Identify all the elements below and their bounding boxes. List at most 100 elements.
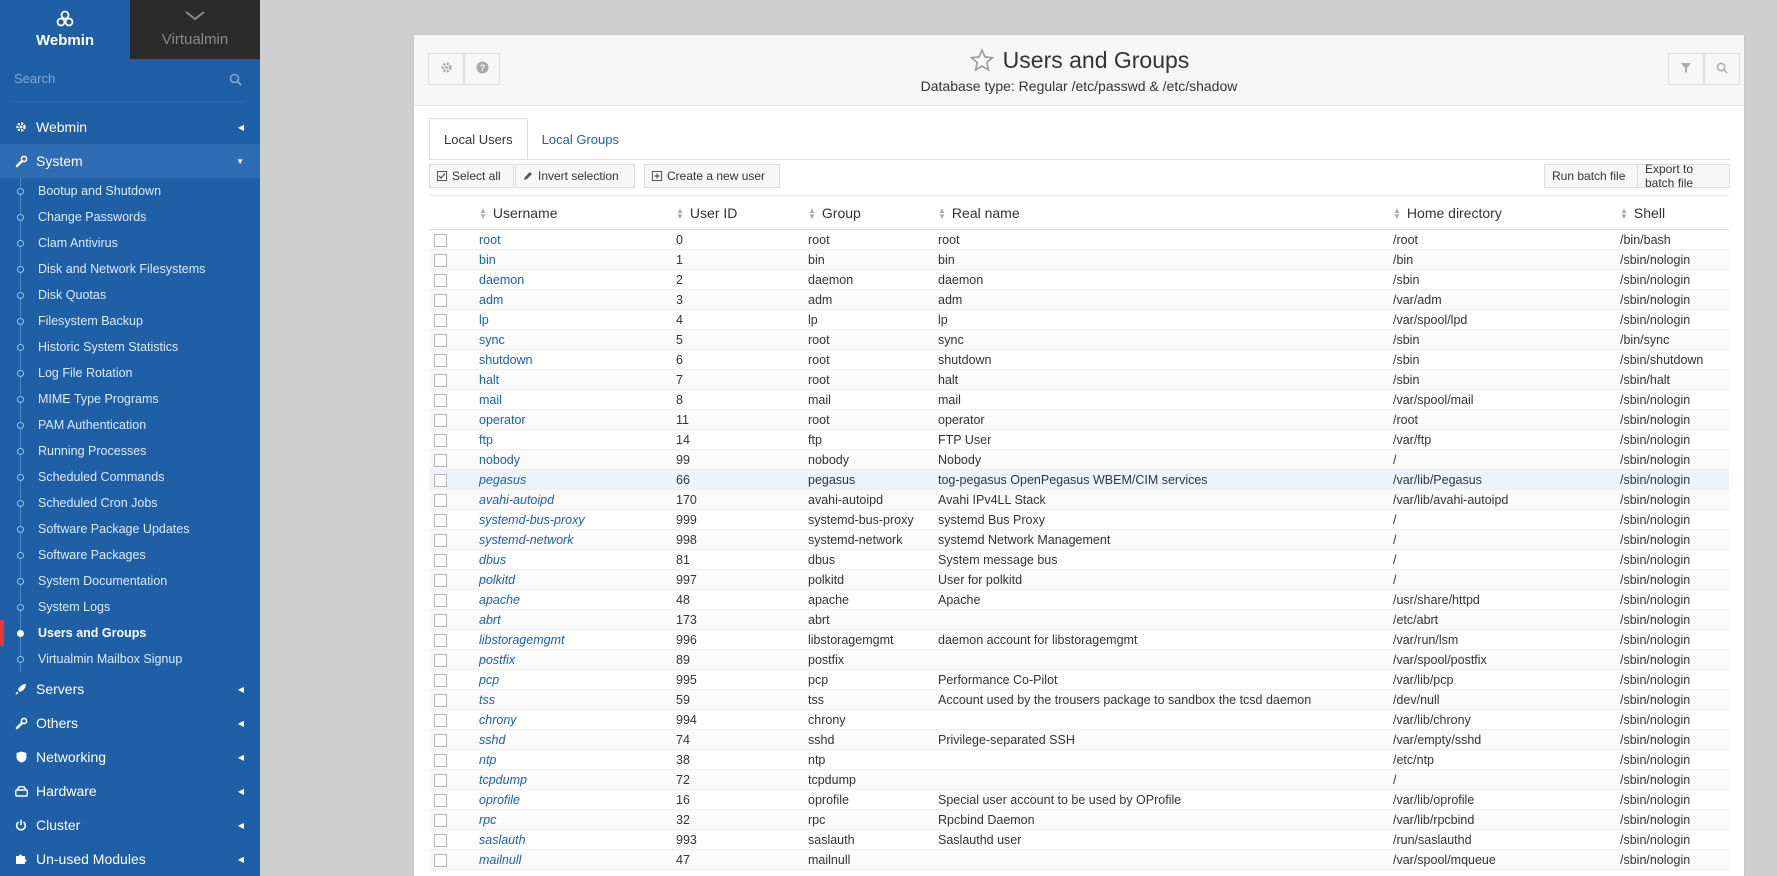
username-link[interactable]: avahi-autoipd [479,493,554,507]
sidebar-category-webmin[interactable]: Webmin ◀ [0,110,260,144]
table-row[interactable]: nobody 99 nobody Nobody //sbin/nologin [429,449,1729,470]
sidebar-category-cluster[interactable]: Cluster ◀ [0,808,260,842]
username-link[interactable]: root [479,233,501,247]
row-checkbox[interactable] [434,533,447,547]
username-link[interactable]: pegasus [479,473,526,487]
table-row[interactable]: systemd-network 998 systemd-network systemd… [429,529,1729,550]
row-checkbox[interactable] [434,413,447,427]
sidebar-item-log-file-rotation[interactable]: Log File Rotation [0,360,260,386]
username-link[interactable]: tss [479,693,495,707]
column-header-real-name[interactable]: ▲ ▼ Real name [938,195,1393,230]
sidebar-item-bootup-and-shutdown[interactable]: Bootup and Shutdown [0,178,260,204]
table-row[interactable]: daemon 2 daemon daemon/sbin/sbin/nologin [429,269,1729,290]
table-row[interactable]: tcpdump 72 tcpdump //sbin/nologin [429,769,1729,790]
sidebar-category-servers[interactable]: Servers ◀ [0,672,260,706]
username-link[interactable]: mail [479,393,502,407]
star-icon[interactable] [969,48,995,73]
table-row[interactable]: ftp 14 ftp FTP User/var/ftp/sbin/nologin [429,429,1729,450]
tab-local-groups[interactable]: Local Groups [528,118,633,160]
sidebar-item-running-processes[interactable]: Running Processes [0,438,260,464]
sidebar-item-disk-quotas[interactable]: Disk Quotas [0,282,260,308]
username-link[interactable]: halt [479,373,499,387]
table-row[interactable]: mailnull 47 mailnull/var/spool/mqueue/sbin… [429,849,1729,870]
search-input[interactable] [14,67,244,90]
username-link[interactable]: pcp [479,673,499,687]
create-user-button[interactable]: Create a new user [644,164,780,188]
sidebar-item-mime-type-programs[interactable]: MIME Type Programs [0,386,260,412]
row-checkbox[interactable] [434,713,447,727]
column-header-shell[interactable]: ▲ ▼ Shell [1620,195,1729,230]
sidebar-item-filesystem-backup[interactable]: Filesystem Backup [0,308,260,334]
row-checkbox[interactable] [434,373,447,387]
tab-local-users[interactable]: Local Users [429,118,528,160]
username-link[interactable]: libstoragemgmt [479,633,564,647]
sidebar-item-virtualmin-mailbox-signup[interactable]: Virtualmin Mailbox Signup [0,646,260,672]
table-row[interactable]: bin 1 bin bin/bin/sbin/nologin [429,249,1729,270]
sidebar-item-system-logs[interactable]: System Logs [0,594,260,620]
row-checkbox[interactable] [434,513,447,527]
table-row[interactable]: oprofile 16 oprofile Special user account t… [429,789,1729,810]
sidebar-category-system[interactable]: System ▼ [0,144,260,178]
username-link[interactable]: mailnull [479,853,521,867]
sidebar-item-disk-and-network-filesystems[interactable]: Disk and Network Filesystems [0,256,260,282]
username-link[interactable]: ntp [479,753,496,767]
row-checkbox[interactable] [434,793,447,807]
table-row[interactable]: lp 4 lp lp/var/spool/lpd/sbin/nologin [429,309,1729,330]
table-row[interactable]: polkitd 997 polkitd User for polkitd //sbin/… [429,569,1729,590]
username-link[interactable]: rpc [479,813,496,827]
sidebar-item-users-and-groups[interactable]: Users and Groups [0,620,260,646]
row-checkbox[interactable] [434,253,447,267]
search-button[interactable] [1704,53,1740,85]
sidebar-item-historic-system-statistics[interactable]: Historic System Statistics [0,334,260,360]
sidebar-category-networking[interactable]: Networking ◀ [0,740,260,774]
column-header-home-directory[interactable]: ▲ ▼ Home directory [1393,195,1620,230]
table-row[interactable]: tss 59 tss Account used by the trousers pac… [429,689,1729,710]
username-link[interactable]: dbus [479,553,506,567]
table-row[interactable]: pcp 995 pcp Performance Co-Pilot/var/lib/pc… [429,669,1729,690]
row-checkbox[interactable] [434,613,447,627]
username-link[interactable]: abrt [479,613,501,627]
table-row[interactable]: saslauth 993 saslauth Saslauthd user/run/sa… [429,829,1729,850]
sidebar-item-system-documentation[interactable]: System Documentation [0,568,260,594]
row-checkbox[interactable] [434,293,447,307]
row-checkbox[interactable] [434,393,447,407]
table-row[interactable]: root 0 root root/root/bin/bash [429,229,1729,250]
export-batch-button[interactable]: Export to batch file [1637,162,1730,190]
username-link[interactable]: systemd-bus-proxy [479,513,585,527]
row-checkbox[interactable] [434,453,447,467]
row-checkbox[interactable] [434,653,447,667]
table-row[interactable]: mail 8 mail mail/var/spool/mail/sbin/nologi… [429,389,1729,410]
row-checkbox[interactable] [434,593,447,607]
row-checkbox[interactable] [434,273,447,287]
row-checkbox[interactable] [434,853,447,867]
table-row[interactable]: postfix 89 postfix/var/spool/postfix/sbin/… [429,649,1729,670]
search-icon[interactable] [229,73,242,86]
select-all-button[interactable]: Select all [429,164,514,188]
module-config-button[interactable] [428,53,464,85]
username-link[interactable]: apache [479,593,520,607]
row-checkbox[interactable] [434,313,447,327]
row-checkbox[interactable] [434,493,447,507]
table-row[interactable]: halt 7 root halt/sbin/sbin/halt [429,369,1729,390]
sidebar-category-un-used-modules[interactable]: Un-used Modules ◀ [0,842,260,876]
table-row[interactable]: shutdown 6 root shutdown/sbin/sbin/shutdown [429,349,1729,370]
username-link[interactable]: oprofile [479,793,520,807]
webmin-switch[interactable]: Webmin [0,0,130,59]
username-link[interactable]: postfix [479,653,515,667]
username-link[interactable]: ftp [479,433,493,447]
table-row[interactable]: avahi-autoipd 170 avahi-autoipd Avahi IPv4L… [429,489,1729,510]
sidebar-item-scheduled-cron-jobs[interactable]: Scheduled Cron Jobs [0,490,260,516]
row-checkbox[interactable] [434,813,447,827]
row-checkbox[interactable] [434,333,447,347]
sidebar-item-software-packages[interactable]: Software Packages [0,542,260,568]
table-row[interactable]: rpc 32 rpc Rpcbind Daemon/var/lib/rpcbind/s… [429,809,1729,830]
username-link[interactable]: nobody [479,453,520,467]
sidebar-item-scheduled-commands[interactable]: Scheduled Commands [0,464,260,490]
username-link[interactable]: daemon [479,273,524,287]
table-row[interactable]: pegasus 66 pegasus tog-pegasus OpenPegasus … [429,469,1729,490]
row-checkbox[interactable] [434,353,447,367]
table-row[interactable]: chrony 994 chrony/var/lib/chrony/sbin/nolo… [429,709,1729,730]
row-checkbox[interactable] [434,553,447,567]
username-link[interactable]: shutdown [479,353,533,367]
row-checkbox[interactable] [434,473,447,487]
